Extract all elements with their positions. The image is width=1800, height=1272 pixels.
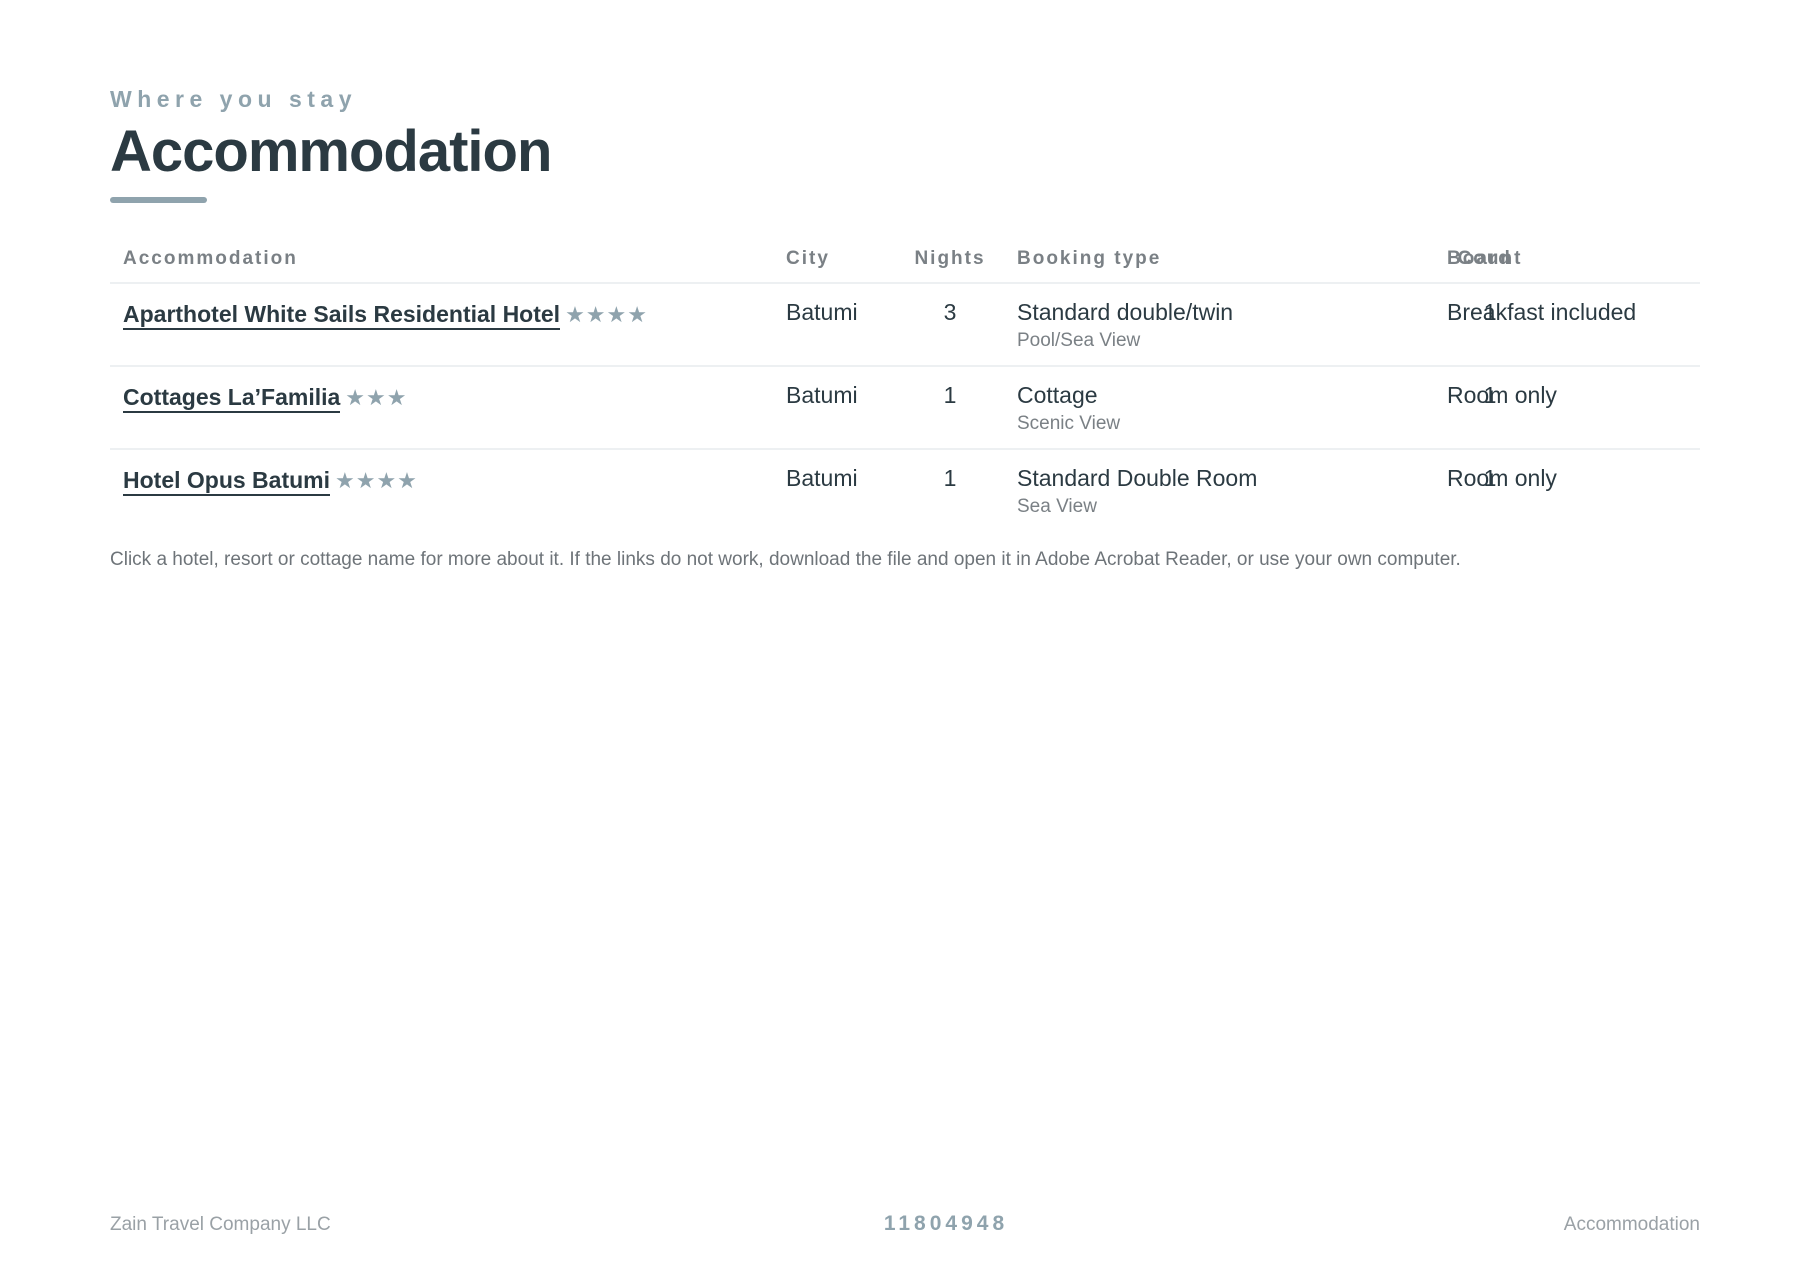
hotel-cell: Cottages La’Familia ★★★ (123, 384, 408, 413)
board-cell: Room only (1447, 382, 1557, 408)
booking-type-cell: Standard double/twin Pool/Sea View (1017, 299, 1233, 352)
nights-cell: 1 (943, 465, 957, 491)
room-view-label: Sea View (1017, 496, 1097, 517)
column-header-nights: Nights (914, 248, 986, 269)
city-cell: Batumi (786, 299, 858, 325)
hotel-link[interactable]: Aparthotel White Sails Residential Hotel (123, 301, 561, 330)
table-row: Aparthotel White Sails Residential Hotel… (110, 284, 1700, 367)
hotel-cell: Hotel Opus Batumi ★★★★ (123, 467, 418, 496)
booking-type-label: Cottage (1017, 382, 1098, 408)
title-underline (110, 197, 207, 203)
board-cell: Room only (1447, 465, 1557, 491)
star-rating-icon: ★★★★ (565, 302, 648, 327)
nights-cell: 1 (943, 382, 957, 408)
accommodation-table: Accommodation City Nights Booking type C… (110, 240, 1700, 531)
table-row: Hotel Opus Batumi ★★★★ Batumi 1 Standard … (110, 450, 1700, 531)
room-view-label: Pool/Sea View (1017, 330, 1141, 351)
star-rating-icon: ★★★ (345, 385, 408, 410)
column-header-board: Board (1447, 248, 1512, 269)
booking-type-label: Standard Double Room (1017, 465, 1258, 491)
booking-type-cell: Standard Double Room Sea View (1017, 465, 1257, 518)
city-cell: Batumi (786, 465, 858, 491)
nights-cell: 3 (943, 299, 957, 325)
table-header: Accommodation City Nights Booking type C… (110, 240, 1700, 284)
booking-type-label: Standard double/twin (1017, 299, 1234, 325)
footer-reference-number: 11804948 (883, 1212, 1009, 1235)
hotel-link[interactable]: Hotel Opus Batumi (123, 467, 331, 496)
footer-section-name: Accommodation (1563, 1214, 1700, 1235)
board-cell: Breakfast included (1447, 299, 1637, 325)
page-eyebrow: Where you stay (110, 86, 357, 112)
city-cell: Batumi (786, 382, 858, 408)
star-rating-icon: ★★★★ (335, 468, 418, 493)
hotel-cell: Aparthotel White Sails Residential Hotel… (123, 301, 648, 330)
column-header-booking-type: Booking type (1017, 248, 1162, 269)
links-help-note: Click a hotel, resort or cottage name fo… (110, 549, 1461, 570)
booking-type-cell: Cottage Scenic View (1017, 382, 1120, 435)
hotel-link[interactable]: Cottages La’Familia (123, 384, 341, 413)
column-header-accommodation: Accommodation (123, 248, 298, 269)
footer-company: Zain Travel Company LLC (110, 1214, 331, 1235)
page-title: Accommodation (110, 119, 552, 184)
column-header-city: City (786, 248, 830, 269)
table-row: Cottages La’Familia ★★★ Batumi 1 Cottage … (110, 367, 1700, 450)
room-view-label: Scenic View (1017, 413, 1121, 434)
